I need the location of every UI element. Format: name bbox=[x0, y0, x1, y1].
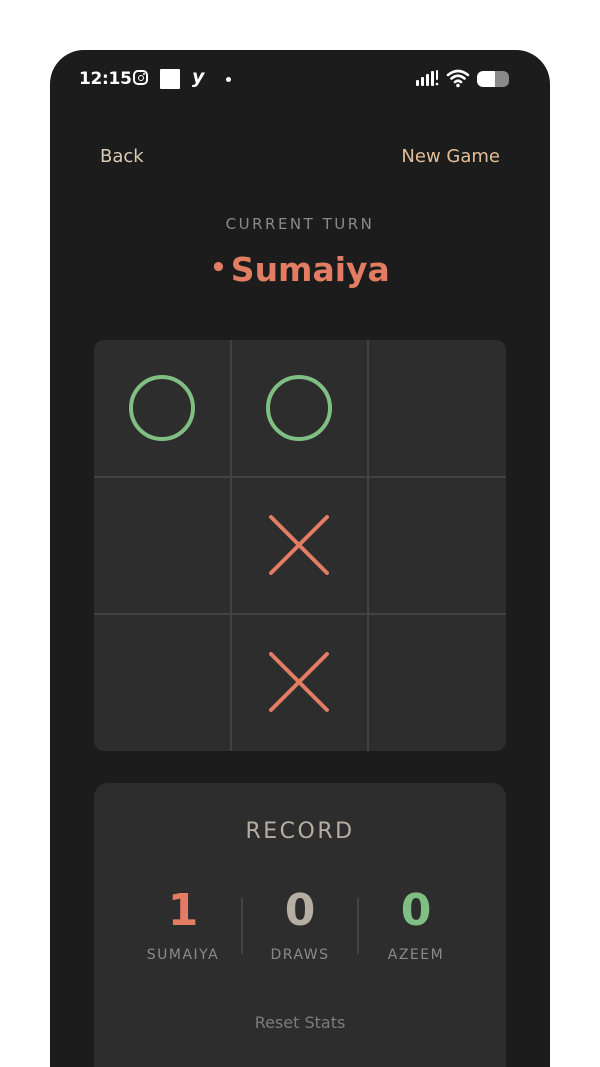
x-mark-icon bbox=[269, 515, 329, 575]
stat-label: SUMAIYA bbox=[146, 947, 220, 963]
stat-azeem: 0 AZEEM bbox=[356, 883, 476, 963]
stat-label: AZEEM bbox=[387, 947, 445, 963]
stat-draws: 0 DRAWS bbox=[240, 883, 360, 963]
game-board bbox=[94, 340, 506, 751]
more-notifications-dot-icon bbox=[226, 77, 231, 82]
board-cell-1-2[interactable] bbox=[231, 340, 368, 477]
instagram-icon bbox=[133, 70, 148, 85]
board-cell-1-1[interactable] bbox=[94, 340, 231, 477]
record-title: RECORD bbox=[245, 819, 355, 844]
board-cell-3-2[interactable] bbox=[231, 614, 368, 751]
signal-icon bbox=[416, 70, 439, 86]
status-time: 12:15 bbox=[79, 69, 132, 89]
stat-value: 0 bbox=[284, 885, 316, 936]
wifi-icon bbox=[446, 69, 470, 88]
notification-square-icon bbox=[160, 69, 180, 89]
reset-stats-button[interactable]: Reset Stats bbox=[94, 1013, 506, 1032]
board-cell-3-3[interactable] bbox=[368, 614, 505, 751]
board-cell-2-2[interactable] bbox=[231, 477, 368, 614]
stat-value: 1 bbox=[167, 885, 199, 936]
current-turn-player: • Sumaiya bbox=[50, 250, 550, 289]
current-player-name: Sumaiya bbox=[230, 250, 390, 289]
y-app-icon: y bbox=[192, 66, 205, 88]
o-mark-icon bbox=[266, 375, 332, 441]
back-button[interactable]: Back bbox=[100, 146, 144, 167]
x-mark-icon bbox=[269, 652, 329, 712]
stat-label: DRAWS bbox=[270, 947, 330, 963]
board-cell-1-3[interactable] bbox=[368, 340, 505, 477]
stat-value: 0 bbox=[400, 885, 432, 936]
board-cell-2-1[interactable] bbox=[94, 477, 231, 614]
record-card: RECORD 1 SUMAIYA 0 DRAWS 0 AZEEM Reset S… bbox=[94, 783, 506, 1067]
battery-level-fill bbox=[477, 71, 495, 87]
stat-sumaiya: 1 SUMAIYA bbox=[123, 883, 243, 963]
current-turn-label: CURRENT TURN bbox=[225, 215, 375, 233]
board-cell-3-1[interactable] bbox=[94, 614, 231, 751]
new-game-button[interactable]: New Game bbox=[401, 146, 500, 167]
status-bar: 12:15 y bbox=[50, 50, 550, 110]
app-screen: 12:15 y Back New Game CURRENT TURN • Suma… bbox=[50, 50, 550, 1067]
turn-indicator-dot: • bbox=[210, 253, 227, 283]
battery-icon bbox=[477, 71, 509, 87]
board-cell-2-3[interactable] bbox=[368, 477, 505, 614]
o-mark-icon bbox=[129, 375, 195, 441]
